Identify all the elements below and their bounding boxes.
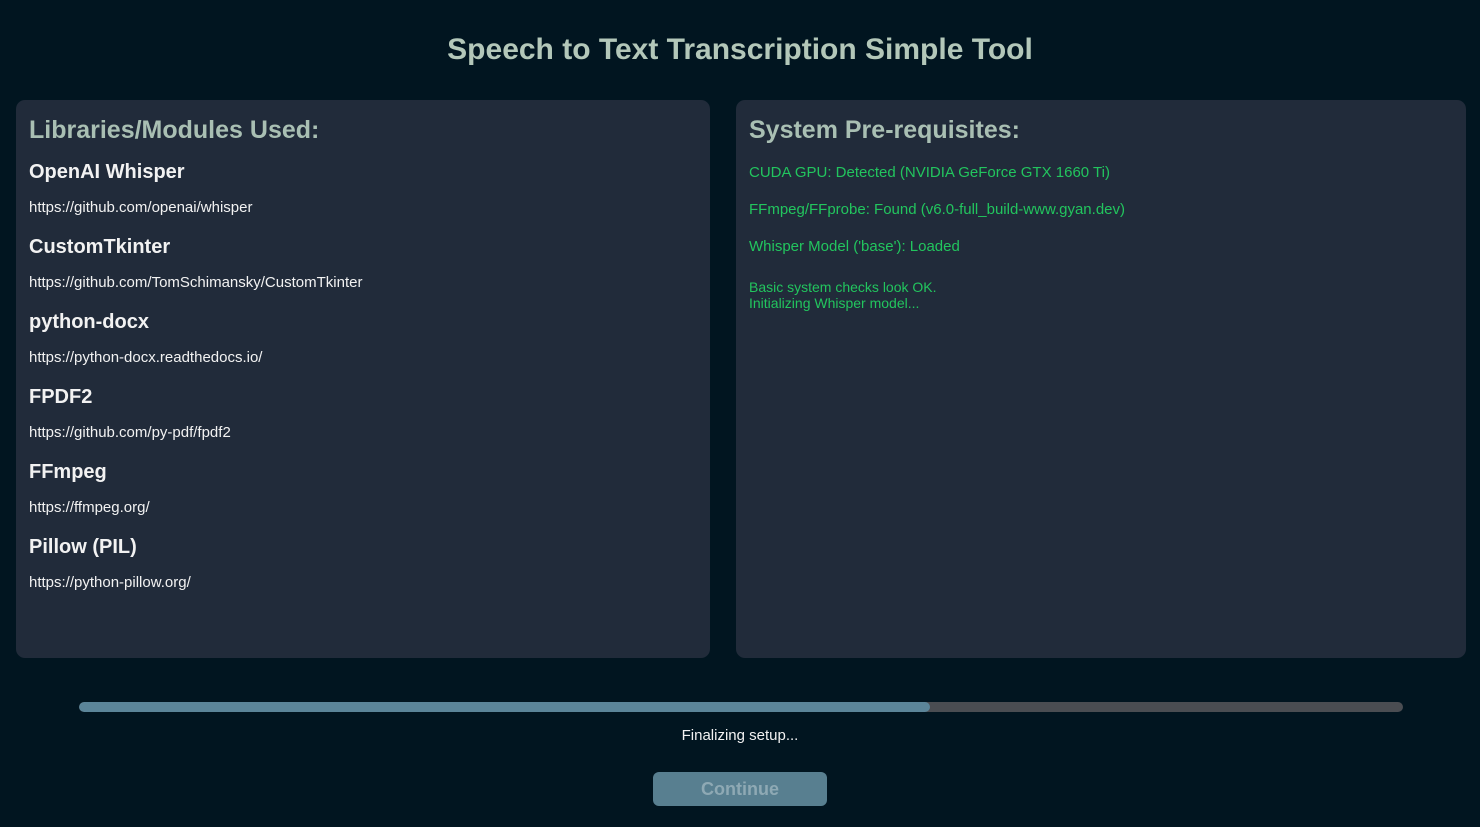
prerequisites-panel: System Pre-requisites: CUDA GPU: Detecte… xyxy=(736,100,1466,658)
page-title: Speech to Text Transcription Simple Tool xyxy=(447,33,1033,66)
status-log: Basic system checks look OK. Initializin… xyxy=(749,279,937,311)
setup-progress-bar xyxy=(79,702,1403,712)
library-name: FPDF2 xyxy=(29,386,93,408)
library-name: CustomTkinter xyxy=(29,236,171,258)
library-name: OpenAI Whisper xyxy=(29,161,185,183)
libraries-heading: Libraries/Modules Used: xyxy=(29,116,320,144)
library-name: python-docx xyxy=(29,311,149,333)
check-ffmpeg: FFmpeg/FFprobe: Found (v6.0-full_build-w… xyxy=(749,201,1125,218)
library-link[interactable]: https://github.com/TomSchimansky/CustomT… xyxy=(29,274,362,292)
setup-status-text: Finalizing setup... xyxy=(681,727,799,744)
prerequisites-heading: System Pre-requisites: xyxy=(749,116,1020,144)
app-window: Speech to Text Transcription Simple Tool… xyxy=(0,0,1480,827)
library-link[interactable]: https://ffmpeg.org/ xyxy=(29,499,150,517)
library-link[interactable]: https://github.com/openai/whisper xyxy=(29,199,252,217)
library-link[interactable]: https://python-pillow.org/ xyxy=(29,574,191,592)
check-whisper-model: Whisper Model ('base'): Loaded xyxy=(749,238,960,255)
log-line: Initializing Whisper model... xyxy=(749,295,920,311)
library-link[interactable]: https://github.com/py-pdf/fpdf2 xyxy=(29,424,231,442)
libraries-panel: Libraries/Modules Used: OpenAI Whisper h… xyxy=(16,100,710,658)
library-link[interactable]: https://python-docx.readthedocs.io/ xyxy=(29,349,262,367)
continue-button[interactable]: Continue xyxy=(653,772,827,806)
library-name: FFmpeg xyxy=(29,461,107,483)
check-cuda-gpu: CUDA GPU: Detected (NVIDIA GeForce GTX 1… xyxy=(749,164,1110,181)
progress-fill xyxy=(79,702,931,712)
library-name: Pillow (PIL) xyxy=(29,536,137,558)
log-line: Basic system checks look OK. xyxy=(749,279,937,295)
